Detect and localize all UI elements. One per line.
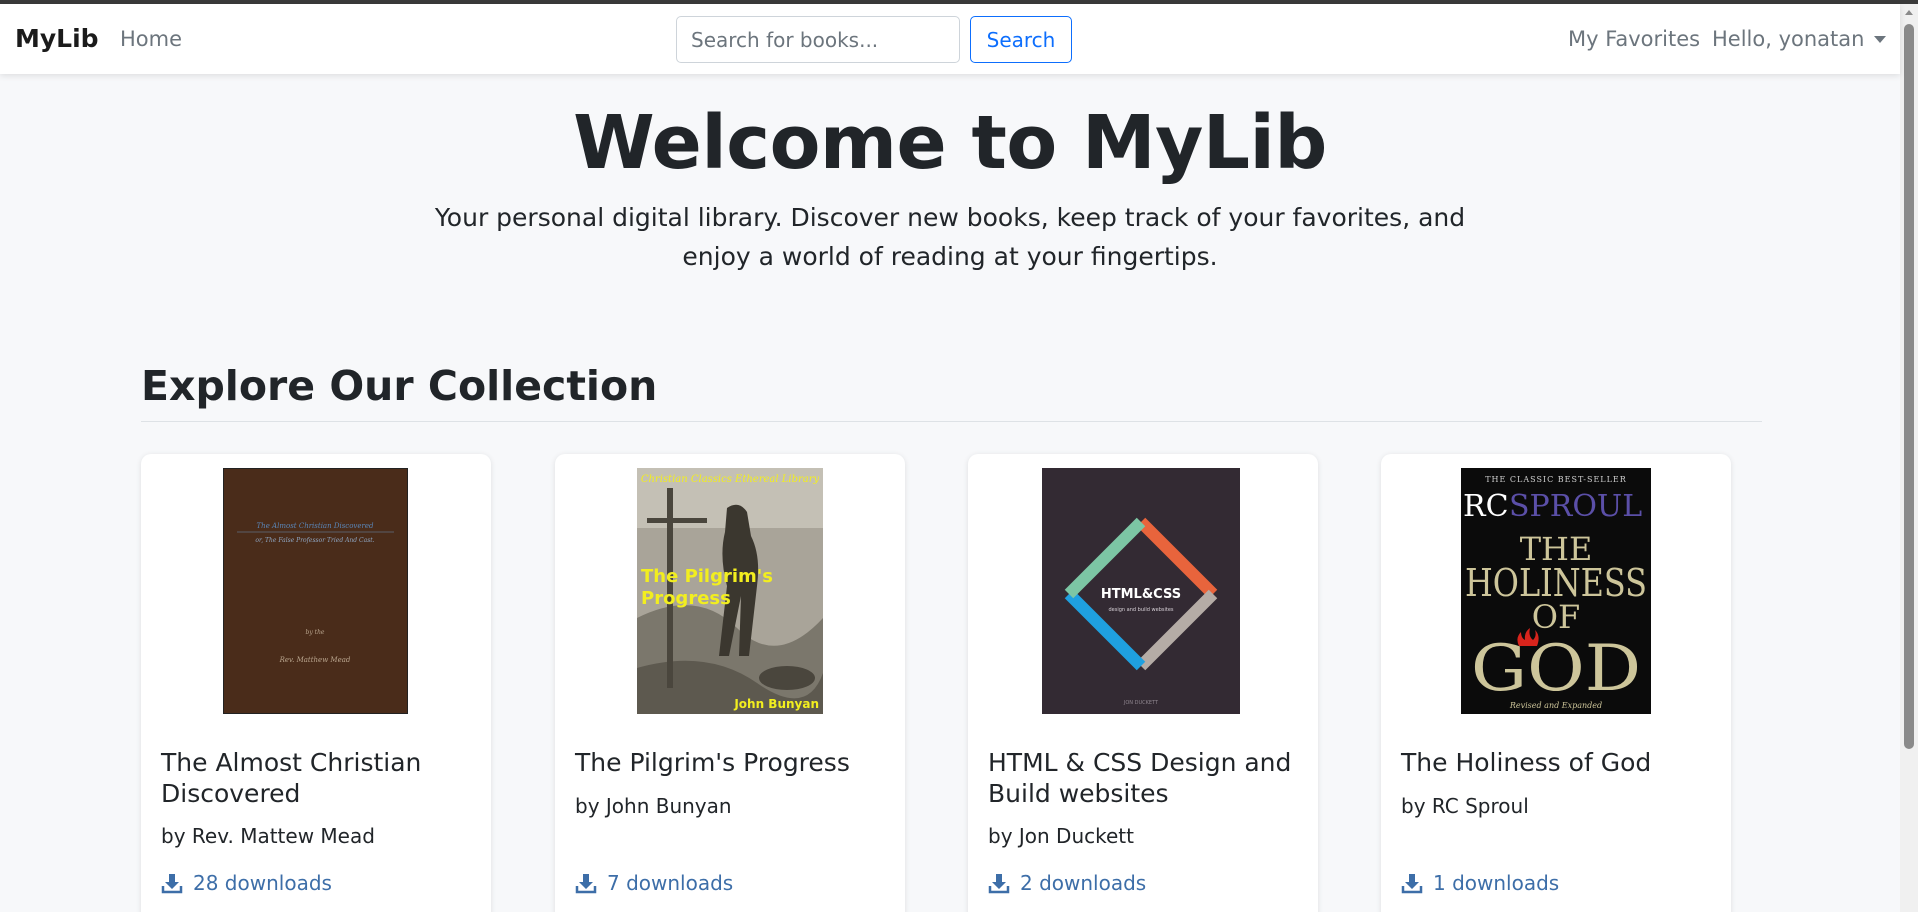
book-cover-image[interactable]: The Almost Christian Discovered or, The …: [223, 468, 408, 714]
cover-text: The Almost Christian Discovered: [257, 522, 374, 530]
cover-text: HTML&CSS: [1101, 587, 1181, 602]
book-card[interactable]: HTML&CSS design and build websites JON D…: [968, 454, 1318, 912]
brand-logo[interactable]: MyLib: [15, 24, 99, 53]
download-icon: [575, 874, 597, 894]
book-author: by Rev. Mattew Mead: [161, 824, 375, 848]
download-icon: [988, 874, 1010, 894]
downloads-count: 7 downloads: [607, 871, 734, 895]
book-card[interactable]: Christian Classics Ethereal Library The …: [555, 454, 905, 912]
user-greeting: Hello, yonatan: [1712, 27, 1865, 51]
book-cover-image[interactable]: HTML&CSS design and build websites JON D…: [1042, 468, 1240, 714]
cover-text: or, The False Professor Tried And Cast.: [255, 537, 374, 544]
book-title[interactable]: The Pilgrim's Progress: [575, 747, 895, 778]
book-title[interactable]: HTML & CSS Design and Build websites: [988, 747, 1308, 809]
cover-text: RC: [1463, 489, 1509, 524]
book-downloads-link[interactable]: 1 downloads: [1401, 871, 1559, 895]
cover-text: The Pilgrim's: [641, 566, 773, 587]
navbar: MyLib Home Search My Favorites Hello, yo…: [0, 4, 1900, 74]
download-icon: [1401, 874, 1423, 894]
cover-text: GOD: [1471, 632, 1641, 706]
cover-text: SPROUL: [1509, 489, 1642, 524]
book-downloads-link[interactable]: 7 downloads: [575, 871, 733, 895]
cover-text: OF: [1532, 598, 1580, 636]
book-author: by RC Sproul: [1401, 794, 1529, 818]
book-card[interactable]: The Almost Christian Discovered or, The …: [141, 454, 491, 912]
cover-text: by the: [306, 629, 325, 636]
collection-heading: Explore Our Collection: [141, 362, 658, 410]
scrollbar-thumb[interactable]: [1904, 24, 1914, 749]
download-icon: [161, 874, 183, 894]
divider: [141, 421, 1762, 422]
book-card[interactable]: THE CLASSIC BEST-SELLER RC SPROUL THE HO…: [1381, 454, 1731, 912]
search-button[interactable]: Search: [970, 16, 1072, 63]
downloads-count: 28 downloads: [193, 871, 332, 895]
hero-title: Welcome to MyLib: [573, 100, 1327, 186]
user-menu-dropdown[interactable]: Hello, yonatan: [1712, 27, 1887, 51]
book-downloads-link[interactable]: 28 downloads: [161, 871, 332, 895]
cover-text: Progress: [641, 588, 731, 609]
chevron-down-icon: [1874, 35, 1887, 43]
cover-text: THE CLASSIC BEST-SELLER: [1485, 475, 1627, 484]
cover-text: JON DUCKETT: [1123, 700, 1159, 706]
book-title[interactable]: The Almost Christian Discovered: [161, 747, 481, 809]
book-author: by Jon Duckett: [988, 824, 1134, 848]
downloads-count: 2 downloads: [1020, 871, 1147, 895]
cover-text: Rev. Matthew Mead: [279, 656, 351, 664]
cover-text: design and build websites: [1108, 607, 1173, 613]
page-scrollbar[interactable]: [1900, 4, 1918, 912]
scroll-up-arrow-icon[interactable]: [1905, 10, 1913, 15]
nav-home-link[interactable]: Home: [120, 27, 182, 51]
book-author: by John Bunyan: [575, 794, 732, 818]
cover-text: Revised and Expanded: [1509, 701, 1602, 710]
hero-subtitle: Your personal digital library. Discover …: [434, 203, 1466, 271]
book-cover-image[interactable]: Christian Classics Ethereal Library The …: [637, 468, 823, 714]
book-downloads-link[interactable]: 2 downloads: [988, 871, 1146, 895]
nav-favorites-link[interactable]: My Favorites: [1568, 27, 1700, 51]
search-input[interactable]: [676, 16, 960, 63]
cover-text: Christian Classics Ethereal Library: [641, 474, 820, 485]
cover-text: John Bunyan: [733, 697, 819, 711]
book-title[interactable]: The Holiness of God: [1401, 747, 1721, 778]
downloads-count: 1 downloads: [1433, 871, 1560, 895]
book-cover-image[interactable]: THE CLASSIC BEST-SELLER RC SPROUL THE HO…: [1461, 468, 1651, 714]
